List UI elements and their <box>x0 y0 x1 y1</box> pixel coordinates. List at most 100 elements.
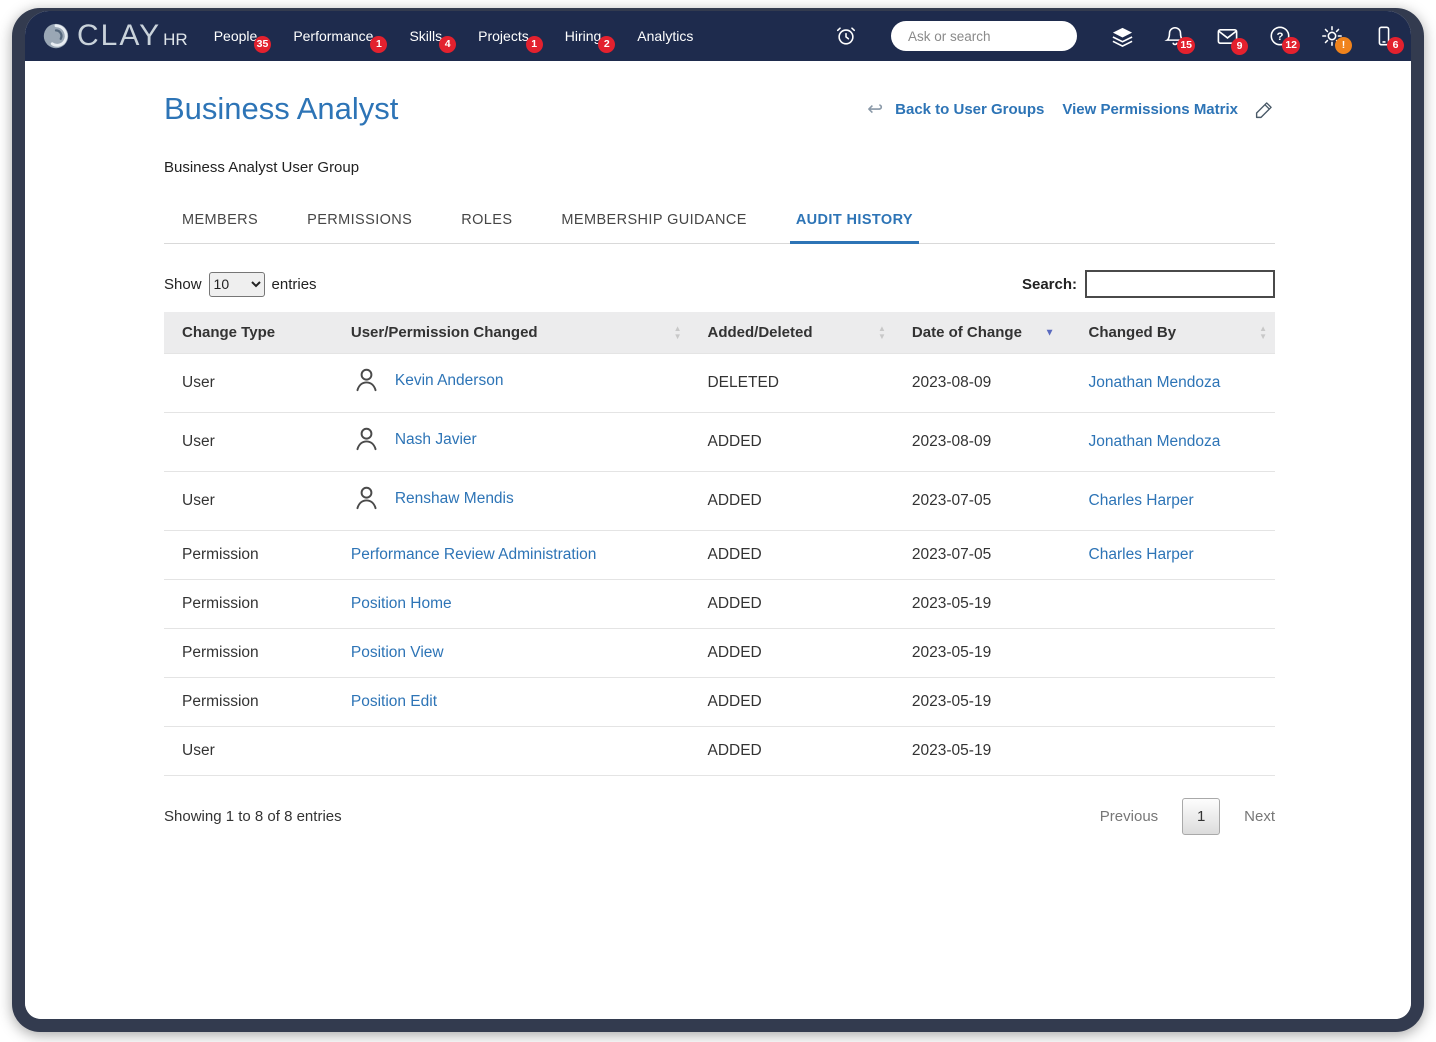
sort-icon[interactable]: ▲ ▼ <box>674 324 682 341</box>
col-date-of-change[interactable]: Date of Change ▼ <box>893 312 1071 354</box>
user-link[interactable]: Nash Javier <box>395 431 477 449</box>
changed-by-cell <box>1070 677 1275 727</box>
layers-icon[interactable] <box>1111 25 1134 48</box>
changed-by-cell: Jonathan Mendoza <box>1070 353 1275 413</box>
changed-by-link[interactable]: Charles Harper <box>1089 546 1194 563</box>
col-added-deleted[interactable]: Added/Deleted ▲ ▼ <box>689 312 894 354</box>
top-navbar: CLAY HR People 35 Performance 1 Skills 4… <box>25 11 1411 61</box>
table-search-control: Search: <box>1022 270 1275 298</box>
changed-cell: Performance Review Administration <box>332 530 690 580</box>
nav-item-hiring[interactable]: Hiring 2 <box>565 28 616 53</box>
brand-primary-text: CLAY <box>77 19 162 52</box>
change-type-cell: User <box>164 471 333 531</box>
permission-link[interactable]: Position Edit <box>351 693 437 710</box>
show-label: Show <box>164 275 202 293</box>
change-type-cell: Permission <box>164 530 333 580</box>
table-row: Permission Position Edit ADDED 2023-05-1… <box>164 677 1275 727</box>
edit-pencil-icon[interactable] <box>1254 99 1275 120</box>
nav-item-skills[interactable]: Skills 4 <box>409 28 457 53</box>
sort-icon[interactable]: ▲ ▼ <box>1259 324 1267 341</box>
user-avatar-icon <box>351 483 382 514</box>
changed-cell: Position View <box>332 628 690 678</box>
changed-cell: Kevin Anderson <box>332 353 690 413</box>
changed-by-link[interactable]: Jonathan Mendoza <box>1089 433 1221 450</box>
search-label: Search: <box>1021 275 1077 293</box>
changed-by-cell: Jonathan Mendoza <box>1070 412 1275 472</box>
nav-item-label: People <box>213 28 258 44</box>
action-cell: ADDED <box>689 530 894 580</box>
global-search-input[interactable] <box>908 28 1085 44</box>
nav-item-label: Skills <box>409 28 443 44</box>
changed-cell: Nash Javier <box>332 412 690 472</box>
nav-item-analytics[interactable]: Analytics <box>637 28 693 44</box>
mail-icon[interactable]: 9 <box>1216 25 1248 55</box>
view-permissions-matrix-link[interactable]: View Permissions Matrix <box>1062 101 1238 118</box>
tab-bar: MEMBERS PERMISSIONS ROLES MEMBERSHIP GUI… <box>164 212 1275 244</box>
phone-icon[interactable]: 6 <box>1373 25 1404 54</box>
changed-by-cell <box>1070 628 1275 678</box>
clock-icon[interactable] <box>835 25 857 47</box>
back-to-user-groups-link[interactable]: Back to User Groups <box>895 101 1044 118</box>
nav-item-label: Projects <box>478 28 529 44</box>
permission-link[interactable]: Performance Review Administration <box>351 546 597 563</box>
help-icon[interactable]: ? 12 <box>1269 25 1300 54</box>
date-cell: 2023-08-09 <box>893 353 1071 413</box>
col-user-permission-changed[interactable]: User/Permission Changed ▲ ▼ <box>332 312 690 354</box>
nav-item-performance[interactable]: Performance 1 <box>293 28 388 53</box>
nav-item-people[interactable]: People 35 <box>213 28 272 53</box>
tab-permissions[interactable]: PERMISSIONS <box>301 212 418 243</box>
col-changed-by[interactable]: Changed By ▲ ▼ <box>1070 312 1275 354</box>
tab-audit-history[interactable]: AUDIT HISTORY <box>789 212 919 244</box>
brand-swirl-icon <box>43 23 69 49</box>
change-type-cell: Permission <box>164 677 333 727</box>
user-link[interactable]: Renshaw Mendis <box>395 490 514 508</box>
table-row: Permission Position Home ADDED 2023-05-1… <box>164 579 1275 629</box>
brand-logo[interactable]: CLAY HR <box>41 19 188 53</box>
tab-roles[interactable]: ROLES <box>455 212 518 243</box>
projects-count-badge: 1 <box>525 36 543 53</box>
settings-alert-badge: ! <box>1335 37 1352 54</box>
nav-item-projects[interactable]: Projects 1 <box>478 28 543 53</box>
changed-by-link[interactable]: Charles Harper <box>1089 492 1194 509</box>
next-page-button[interactable]: Next <box>1244 808 1275 825</box>
table-search-input[interactable] <box>1085 270 1275 298</box>
user-avatar-icon <box>351 424 382 455</box>
changed-by-link[interactable]: Jonathan Mendoza <box>1089 374 1221 391</box>
phone-badge: 6 <box>1387 37 1404 54</box>
bell-icon[interactable]: 15 <box>1164 25 1195 54</box>
page-title: Business Analyst <box>164 91 399 126</box>
audit-history-table: Change Type User/Permission Changed ▲ ▼ … <box>164 312 1275 776</box>
changed-cell <box>332 726 690 776</box>
action-cell: DELETED <box>689 353 894 413</box>
entries-per-page-select[interactable]: 10 <box>208 271 265 297</box>
user-link[interactable]: Kevin Anderson <box>395 372 504 390</box>
user-avatar-icon <box>351 365 382 396</box>
previous-page-button[interactable]: Previous <box>1100 808 1158 825</box>
brand-secondary-text: HR <box>163 30 188 49</box>
skills-count-badge: 4 <box>439 36 457 53</box>
nav-item-label: Performance <box>293 28 374 44</box>
table-controls: Show 10 entries Search: <box>164 270 1275 298</box>
notifications-badge: 15 <box>1177 37 1195 54</box>
table-row: Permission Position View ADDED 2023-05-1… <box>164 628 1275 678</box>
change-type-cell: Permission <box>164 579 333 629</box>
help-badge: 12 <box>1282 37 1300 54</box>
page-header: Business Analyst ↩ Back to User Groups V… <box>164 91 1275 127</box>
sort-desc-icon[interactable]: ▼ <box>1045 327 1055 338</box>
table-row: User Kevin Anderson DELETED 2023-08-09 J… <box>164 353 1275 413</box>
entries-label: entries <box>271 275 317 293</box>
sort-icon[interactable]: ▲ ▼ <box>878 324 886 341</box>
page-number-button[interactable]: 1 <box>1182 798 1221 835</box>
changed-cell: Renshaw Mendis <box>332 471 690 531</box>
action-cell: ADDED <box>689 726 894 776</box>
date-cell: 2023-05-19 <box>893 628 1071 678</box>
tab-membership-guidance[interactable]: MEMBERSHIP GUIDANCE <box>555 212 752 243</box>
app-screen: CLAY HR People 35 Performance 1 Skills 4… <box>25 11 1411 1019</box>
tab-members[interactable]: MEMBERS <box>176 212 264 243</box>
gear-icon[interactable]: ! <box>1321 25 1352 54</box>
nav-item-label: Analytics <box>637 28 694 44</box>
permission-link[interactable]: Position View <box>351 644 444 661</box>
global-search-box <box>891 21 1085 51</box>
table-row: User Nash Javier ADDED 2023-08-09 Jonath… <box>164 412 1275 472</box>
permission-link[interactable]: Position Home <box>351 595 452 612</box>
